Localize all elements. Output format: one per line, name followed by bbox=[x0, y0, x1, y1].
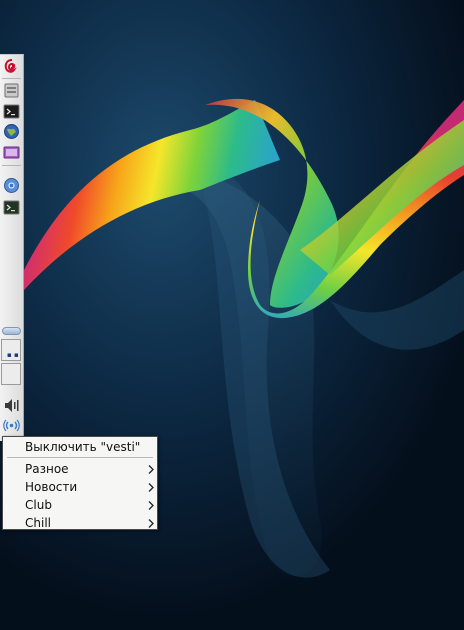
left-panel: ▪ ▪ bbox=[0, 54, 24, 441]
chevron-right-icon bbox=[148, 465, 154, 474]
radio-tray-icon[interactable] bbox=[3, 417, 20, 434]
media-player-icon[interactable] bbox=[3, 144, 20, 161]
file-manager-icon[interactable] bbox=[3, 82, 20, 99]
turn-off-vesti-label: Выключить "vesti" bbox=[25, 440, 141, 454]
chromium-icon[interactable] bbox=[3, 177, 20, 194]
turn-off-vesti-item[interactable]: Выключить "vesti" bbox=[4, 438, 156, 456]
menu-item-label: Новости bbox=[25, 480, 78, 494]
speaker-icon[interactable] bbox=[3, 397, 20, 414]
menu-separator bbox=[7, 457, 153, 458]
menu-item-label: Chill bbox=[25, 516, 51, 530]
pager-desktop-2[interactable] bbox=[1, 363, 21, 385]
web-browser-icon[interactable] bbox=[3, 123, 20, 140]
pager-desktop-1[interactable]: ▪ ▪ bbox=[1, 339, 21, 361]
menu-item-raznoe[interactable]: Разное bbox=[4, 460, 156, 478]
terminal-2-icon[interactable] bbox=[3, 199, 20, 216]
menu-item-chill[interactable]: Chill bbox=[4, 514, 156, 532]
menu-item-novosti[interactable]: Новости bbox=[4, 478, 156, 496]
radio-context-menu: Выключить "vesti" Разное Новости Club Ch… bbox=[2, 436, 158, 530]
chevron-right-icon bbox=[148, 483, 154, 492]
desktop-wallpaper bbox=[0, 0, 464, 630]
debian-menu-icon[interactable] bbox=[3, 58, 20, 75]
chevron-right-icon bbox=[148, 519, 154, 528]
menu-item-label: Club bbox=[25, 498, 52, 512]
menu-item-label: Разное bbox=[25, 462, 69, 476]
chevron-right-icon bbox=[148, 501, 154, 510]
pager-handle[interactable] bbox=[2, 327, 21, 335]
terminal-icon[interactable] bbox=[3, 103, 20, 120]
menu-item-club[interactable]: Club bbox=[4, 496, 156, 514]
